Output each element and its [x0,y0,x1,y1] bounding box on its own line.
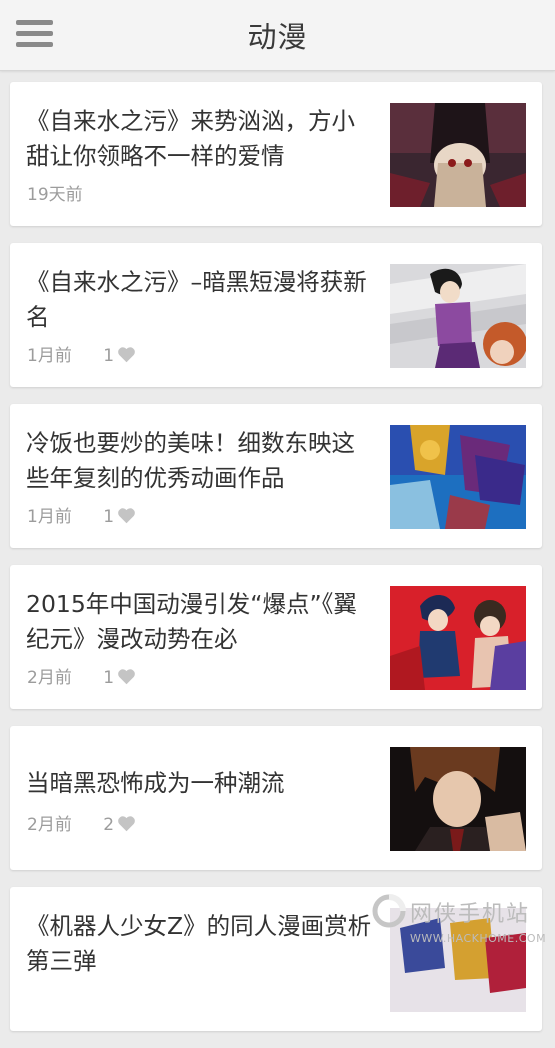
watermark-logo-icon [372,894,406,928]
article-title[interactable]: 2015年中国动漫引发“爆点”《翼纪元》漫改动势在必 [26,587,376,657]
heart-icon [118,816,135,832]
heart-icon [118,347,135,363]
article-thumbnail[interactable] [390,586,526,690]
article-title[interactable]: 当暗黑恐怖成为一种潮流 [26,766,376,801]
heart-icon [118,669,135,685]
article-time: 2月前 [27,815,72,835]
article-title[interactable]: 冷饭也要炒的美味！细数东映这些年复刻的优秀动画作品 [26,426,376,496]
article-thumbnail[interactable] [390,425,526,529]
article-meta: 2月前 1 [27,663,136,688]
site-watermark: 网侠手机站 WWW.HACKHOME.COM [370,888,555,957]
watermark-text: 网侠手机站 [410,902,531,927]
article-title[interactable]: 《自来水之污》–暗黑短漫将获新名 [26,265,376,335]
article-time: 1月前 [27,346,72,366]
article-time: 2月前 [27,668,72,688]
like-number: 2 [103,815,115,835]
heart-icon [118,508,135,524]
article-card[interactable]: 当暗黑恐怖成为一种潮流 2月前 2 [10,726,542,870]
article-card[interactable]: 《自来水之污》来势汹汹，方小甜让你领略不一样的爱情 19天前 [10,82,542,226]
article-thumbnail[interactable] [390,264,526,368]
article-card[interactable]: 2015年中国动漫引发“爆点”《翼纪元》漫改动势在必 2月前 1 [10,565,542,709]
like-count[interactable]: 1 [103,346,136,366]
app-header: 动漫 [0,0,555,71]
like-number: 1 [103,507,115,527]
article-title[interactable]: 《自来水之污》来势汹汹，方小甜让你领略不一样的爱情 [26,104,376,174]
like-count[interactable]: 2 [103,815,136,835]
article-meta: 2月前 2 [27,810,136,835]
article-thumbnail[interactable] [390,747,526,851]
watermark-url: WWW.HACKHOME.COM [410,932,547,945]
article-time: 1月前 [27,507,72,527]
article-thumbnail[interactable] [390,103,526,207]
article-card[interactable]: 冷饭也要炒的美味！细数东映这些年复刻的优秀动画作品 1月前 1 [10,404,542,548]
like-count[interactable]: 1 [103,668,136,688]
page-title: 动漫 [247,20,308,54]
article-meta: 1月前 1 [27,502,136,527]
article-title[interactable]: 《机器人少女Z》的同人漫画赏析第三弹 [26,909,376,979]
like-number: 1 [103,346,115,366]
like-count[interactable]: 1 [103,507,136,527]
article-meta: 1月前 1 [27,341,136,366]
article-time: 19天前 [27,185,83,205]
article-meta: 19天前 [27,180,83,205]
article-card[interactable]: 《自来水之污》–暗黑短漫将获新名 1月前 1 [10,243,542,387]
like-number: 1 [103,668,115,688]
